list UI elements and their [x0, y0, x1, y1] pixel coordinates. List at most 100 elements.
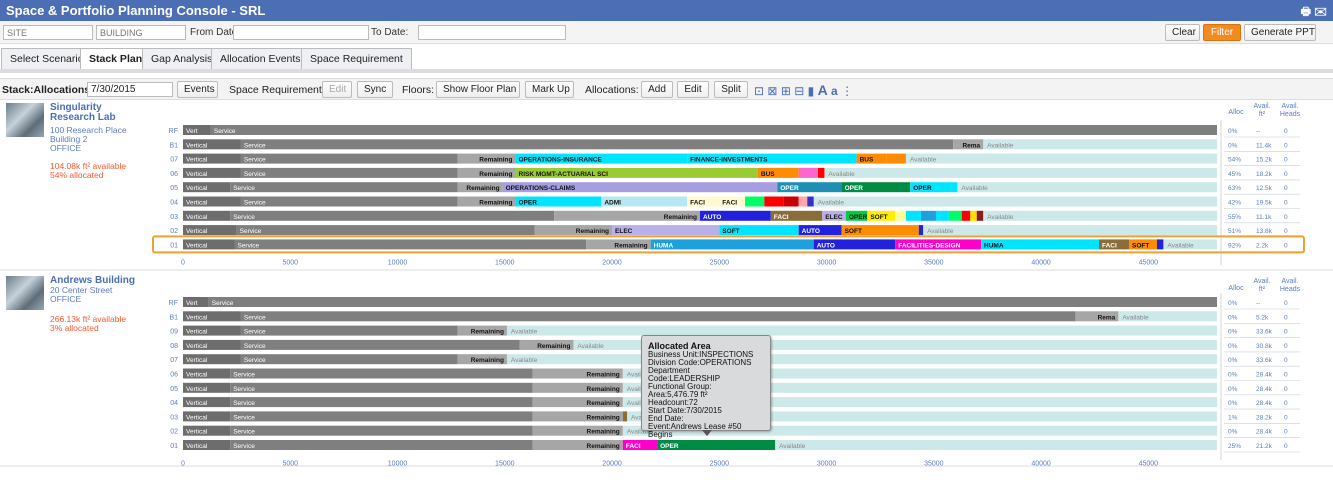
allocation-segment[interactable]	[240, 339, 520, 350]
available-area-bar[interactable]	[983, 139, 1217, 150]
allocation-segment[interactable]	[240, 325, 458, 336]
markup-button[interactable]: Mark Up	[525, 81, 574, 98]
allocation-segment[interactable]	[745, 196, 765, 207]
allocation-segment[interactable]	[817, 167, 825, 178]
allocation-segment[interactable]	[798, 167, 818, 178]
segment-label: Vertical	[186, 157, 208, 164]
allocation-segment[interactable]	[622, 411, 628, 422]
allocation-segment[interactable]	[783, 196, 799, 207]
floor-avail-area: 28.4k	[1256, 400, 1273, 407]
collapse-icon[interactable]: ⊠	[767, 84, 777, 98]
allocation-segment[interactable]	[948, 210, 962, 221]
allocation-segment[interactable]	[240, 311, 1076, 322]
tab-stack-plan[interactable]: Stack Plan	[80, 48, 152, 69]
available-area-bar[interactable]	[775, 440, 1217, 450]
edit-allocation-button[interactable]: Edit	[677, 81, 709, 98]
to-date-input[interactable]	[418, 25, 566, 40]
allocation-segment[interactable]	[650, 239, 814, 250]
segment-label: SOFT	[1132, 242, 1149, 249]
available-area-bar[interactable]	[813, 196, 1217, 207]
allocation-segment[interactable]	[764, 196, 784, 207]
allocation-segment[interactable]	[236, 225, 535, 236]
clear-button[interactable]: Clear	[1165, 24, 1200, 41]
allocation-segment[interactable]	[230, 411, 533, 422]
more-icon[interactable]: ⋮	[841, 84, 853, 98]
allocation-segment[interactable]	[230, 182, 458, 193]
expand-icon[interactable]: ⊡	[754, 84, 764, 98]
allocation-segment[interactable]	[240, 153, 458, 164]
allocation-segment[interactable]	[895, 210, 906, 221]
floor-avail-heads: 0	[1284, 372, 1288, 379]
font-large-icon[interactable]: A	[818, 82, 828, 98]
floor-avail-area: 33.6k	[1256, 329, 1273, 336]
allocation-segment[interactable]	[976, 210, 984, 221]
allocation-segment[interactable]	[920, 210, 936, 221]
filter-button[interactable]: Filter	[1203, 24, 1241, 41]
segment-label: Remaining	[587, 443, 620, 450]
floor-avail-area: 5.2k	[1256, 314, 1269, 321]
allocation-segment[interactable]	[798, 196, 808, 207]
allocation-segment[interactable]	[230, 368, 533, 379]
floor-label: 04	[170, 400, 178, 407]
tab-space-requirement[interactable]: Space Requirement	[301, 48, 412, 69]
floor-label: B1	[169, 142, 178, 149]
allocation-segment[interactable]	[918, 225, 924, 236]
space-req-edit-button[interactable]: Edit	[322, 81, 352, 98]
show-floor-plan-button[interactable]: Show Floor Plan	[436, 81, 520, 98]
available-area-bar[interactable]	[983, 210, 1217, 221]
available-label: Available	[828, 171, 855, 178]
building-input[interactable]	[96, 25, 186, 40]
shrink-icon[interactable]: ⊟	[794, 84, 804, 98]
available-area-bar[interactable]	[506, 354, 1218, 365]
generate-ppt-button[interactable]: Generate PPT	[1244, 24, 1316, 41]
available-area-bar[interactable]	[957, 182, 1217, 193]
tab-gap-analysis[interactable]: Gap Analysis	[142, 48, 222, 69]
available-area-bar[interactable]	[905, 153, 1217, 164]
allocation-segment[interactable]	[230, 397, 533, 408]
allocation-segment[interactable]	[240, 354, 458, 365]
floor-avail-heads: 0	[1284, 171, 1288, 178]
building-name[interactable]: Singularity Research Lab	[50, 103, 146, 123]
allocation-segment[interactable]	[230, 425, 533, 436]
email-icon[interactable]: ✉	[1314, 6, 1327, 18]
allocation-segment[interactable]	[208, 297, 1217, 307]
allocation-segment[interactable]	[886, 153, 906, 164]
floor-avail-heads: 0	[1284, 128, 1288, 135]
allocation-segment[interactable]	[234, 239, 587, 250]
events-button[interactable]: Events	[177, 81, 218, 98]
allocation-segment[interactable]	[935, 210, 949, 221]
site-input[interactable]	[3, 25, 93, 40]
segment-label: Remaining	[587, 372, 620, 379]
available-area-bar[interactable]	[506, 325, 1218, 336]
from-date-input[interactable]	[233, 25, 369, 40]
split-allocation-button[interactable]: Split	[714, 81, 748, 98]
allocation-segment[interactable]	[970, 210, 977, 221]
stack-date-input[interactable]	[87, 82, 173, 97]
available-area-bar[interactable]	[923, 225, 1217, 236]
available-area-bar[interactable]	[824, 167, 1217, 178]
allocation-segment[interactable]	[807, 196, 814, 207]
allocation-segment[interactable]	[1156, 239, 1164, 250]
allocation-segment[interactable]	[210, 125, 1218, 135]
fit-width-icon[interactable]: ⊞	[781, 84, 791, 98]
allocation-segment[interactable]	[240, 196, 458, 207]
legend-icon[interactable]: ▮	[808, 84, 815, 98]
allocation-segment[interactable]	[905, 210, 921, 221]
available-label: Available	[987, 214, 1014, 221]
allocation-segment[interactable]	[240, 167, 458, 178]
allocation-segment[interactable]	[240, 139, 954, 150]
sync-button[interactable]: Sync	[357, 81, 393, 98]
tab-select-scenario[interactable]: Select Scenario	[1, 48, 93, 69]
floor-avail-heads: 0	[1284, 429, 1288, 436]
print-icon[interactable]: 🖶	[1301, 6, 1311, 18]
floor-label: RF	[169, 300, 178, 307]
add-allocation-button[interactable]: Add	[641, 81, 673, 98]
segment-label: Vertical	[186, 343, 208, 350]
floor-label: 06	[170, 171, 178, 178]
tab-allocation-events[interactable]: Allocation Events	[211, 48, 310, 69]
allocation-segment[interactable]	[961, 210, 971, 221]
allocation-segment[interactable]	[230, 440, 533, 450]
allocation-segment[interactable]	[230, 210, 555, 221]
allocation-segment[interactable]	[230, 382, 533, 393]
font-small-icon[interactable]: a	[831, 84, 838, 98]
